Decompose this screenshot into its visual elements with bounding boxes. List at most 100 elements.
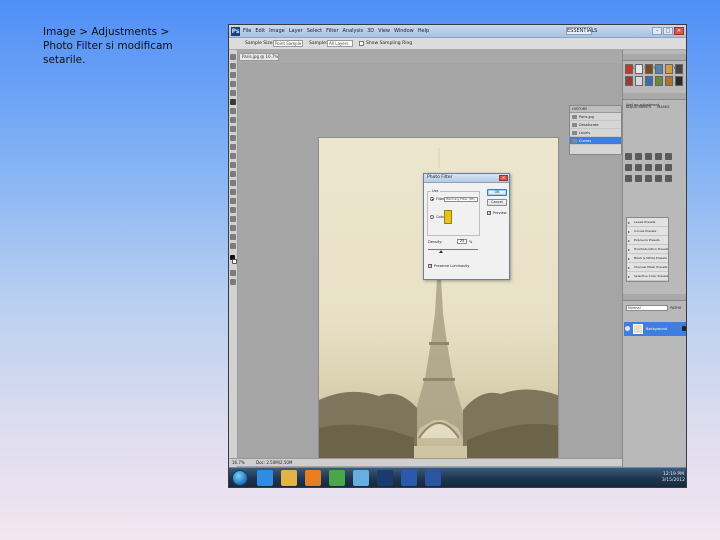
preset-item[interactable]: Levels Presets	[627, 218, 668, 227]
healing-tool-icon[interactable]	[230, 108, 236, 114]
brightness-icon[interactable]	[625, 153, 632, 160]
show-ring-checkbox[interactable]	[359, 41, 364, 46]
style-swatch[interactable]	[625, 76, 633, 86]
style-swatch[interactable]	[635, 64, 643, 74]
filter-radio[interactable]	[430, 197, 434, 201]
photoshop-icon[interactable]	[377, 470, 393, 486]
menu-3d[interactable]: 3D	[367, 27, 374, 36]
quick-mask-icon[interactable]	[230, 270, 236, 276]
preset-item[interactable]: Selective Color Presets	[627, 272, 668, 281]
zoom-tool-icon[interactable]	[230, 243, 236, 249]
menu-filter[interactable]: Filter	[326, 27, 338, 36]
crop-tool-icon[interactable]	[230, 90, 236, 96]
filter-color-swatch[interactable]	[444, 210, 452, 224]
pen-tool-icon[interactable]	[230, 180, 236, 186]
menu-edit[interactable]: Edit	[255, 27, 265, 36]
style-swatch[interactable]	[675, 76, 683, 86]
background-color-icon[interactable]	[232, 259, 237, 264]
menu-analysis[interactable]: Analysis	[343, 27, 364, 36]
style-swatch[interactable]	[655, 76, 663, 86]
black-white-icon[interactable]	[645, 164, 652, 171]
3d-rotate-tool-icon[interactable]	[230, 216, 236, 222]
style-swatch[interactable]	[645, 76, 653, 86]
marquee-tool-icon[interactable]	[230, 63, 236, 69]
menu-layer[interactable]: Layer	[289, 27, 303, 36]
maximize-button[interactable]: □	[663, 27, 673, 35]
windows-start-icon[interactable]	[232, 470, 248, 486]
history-item[interactable]: Desaturate	[570, 121, 621, 129]
preset-item[interactable]: Channel Mixer Presets	[627, 263, 668, 272]
messenger-icon[interactable]	[353, 470, 369, 486]
preset-item[interactable]: Black & White Presets	[627, 254, 668, 263]
shape-tool-icon[interactable]	[230, 207, 236, 213]
hue-saturation-icon[interactable]	[625, 164, 632, 171]
ok-button[interactable]: OK	[487, 189, 507, 196]
zoom-level[interactable]: 16.7%	[232, 460, 245, 465]
blur-tool-icon[interactable]	[230, 162, 236, 168]
exposure-icon[interactable]	[655, 153, 662, 160]
menu-image[interactable]: Image	[269, 27, 285, 36]
menu-file[interactable]: File	[243, 27, 251, 36]
color-radio[interactable]	[430, 215, 434, 219]
style-swatch[interactable]	[625, 64, 633, 74]
photo-filter-icon[interactable]	[655, 164, 662, 171]
density-slider-track[interactable]	[428, 249, 478, 250]
menu-window[interactable]: Window	[394, 27, 414, 36]
bridge-icon[interactable]	[425, 470, 441, 486]
style-swatch[interactable]	[655, 64, 663, 74]
style-swatch[interactable]	[645, 64, 653, 74]
internet-explorer-icon[interactable]	[257, 470, 273, 486]
color-balance-icon[interactable]	[635, 164, 642, 171]
selective-color-icon[interactable]	[665, 175, 672, 182]
system-clock[interactable]: 12:19 PM 3/15/2012	[662, 472, 685, 484]
style-swatch[interactable]	[665, 64, 673, 74]
layer-background[interactable]: Background	[624, 322, 686, 336]
levels-icon[interactable]	[635, 153, 642, 160]
eye-icon[interactable]	[625, 326, 630, 331]
vibrance-icon[interactable]	[665, 153, 672, 160]
menu-help[interactable]: Help	[418, 27, 429, 36]
close-button[interactable]: ✕	[674, 27, 684, 35]
density-input[interactable]: 25	[457, 239, 467, 244]
history-brush-tool-icon[interactable]	[230, 135, 236, 141]
style-swatch[interactable]	[665, 76, 673, 86]
channel-mixer-icon[interactable]	[665, 164, 672, 171]
invert-icon[interactable]	[625, 175, 632, 182]
sample-size-select[interactable]: Point Sample	[273, 40, 303, 47]
threshold-icon[interactable]	[645, 175, 652, 182]
dialog-close-icon[interactable]: ✕	[499, 175, 508, 181]
cancel-button[interactable]: Cancel	[487, 199, 507, 206]
preserve-luminosity-checkbox[interactable]	[428, 263, 432, 268]
type-tool-icon[interactable]	[230, 189, 236, 195]
posterize-icon[interactable]	[635, 175, 642, 182]
minimize-button[interactable]: –	[652, 27, 662, 35]
path-select-tool-icon[interactable]	[230, 198, 236, 204]
style-swatch[interactable]	[675, 64, 683, 74]
eyedropper-tool-icon[interactable]	[230, 99, 236, 105]
preview-checkbox[interactable]	[487, 210, 491, 215]
menu-view[interactable]: View	[378, 27, 390, 36]
history-item[interactable]: Paris.jpg	[570, 113, 621, 121]
curves-icon[interactable]	[645, 153, 652, 160]
word-icon[interactable]	[401, 470, 417, 486]
menu-select[interactable]: Select	[307, 27, 322, 36]
gradient-map-icon[interactable]	[655, 175, 662, 182]
windows-explorer-icon[interactable]	[281, 470, 297, 486]
preset-item[interactable]: Exposure Presets	[627, 236, 668, 245]
gradient-tool-icon[interactable]	[230, 153, 236, 159]
chrome-icon[interactable]	[329, 470, 345, 486]
density-slider-thumb[interactable]	[439, 250, 443, 253]
screen-mode-icon[interactable]	[230, 279, 236, 285]
dodge-tool-icon[interactable]	[230, 171, 236, 177]
style-swatch[interactable]	[635, 76, 643, 86]
workspace-button[interactable]: ESSENTIALS	[566, 27, 597, 35]
hand-tool-icon[interactable]	[230, 234, 236, 240]
quick-select-tool-icon[interactable]	[230, 81, 236, 87]
3d-orbit-tool-icon[interactable]	[230, 225, 236, 231]
move-tool-icon[interactable]	[230, 54, 236, 60]
sample-select[interactable]: All Layers	[327, 40, 353, 47]
media-player-icon[interactable]	[305, 470, 321, 486]
history-item-selected[interactable]: Curves	[570, 137, 621, 145]
blend-mode-select[interactable]: Normal	[626, 305, 668, 311]
eraser-tool-icon[interactable]	[230, 144, 236, 150]
